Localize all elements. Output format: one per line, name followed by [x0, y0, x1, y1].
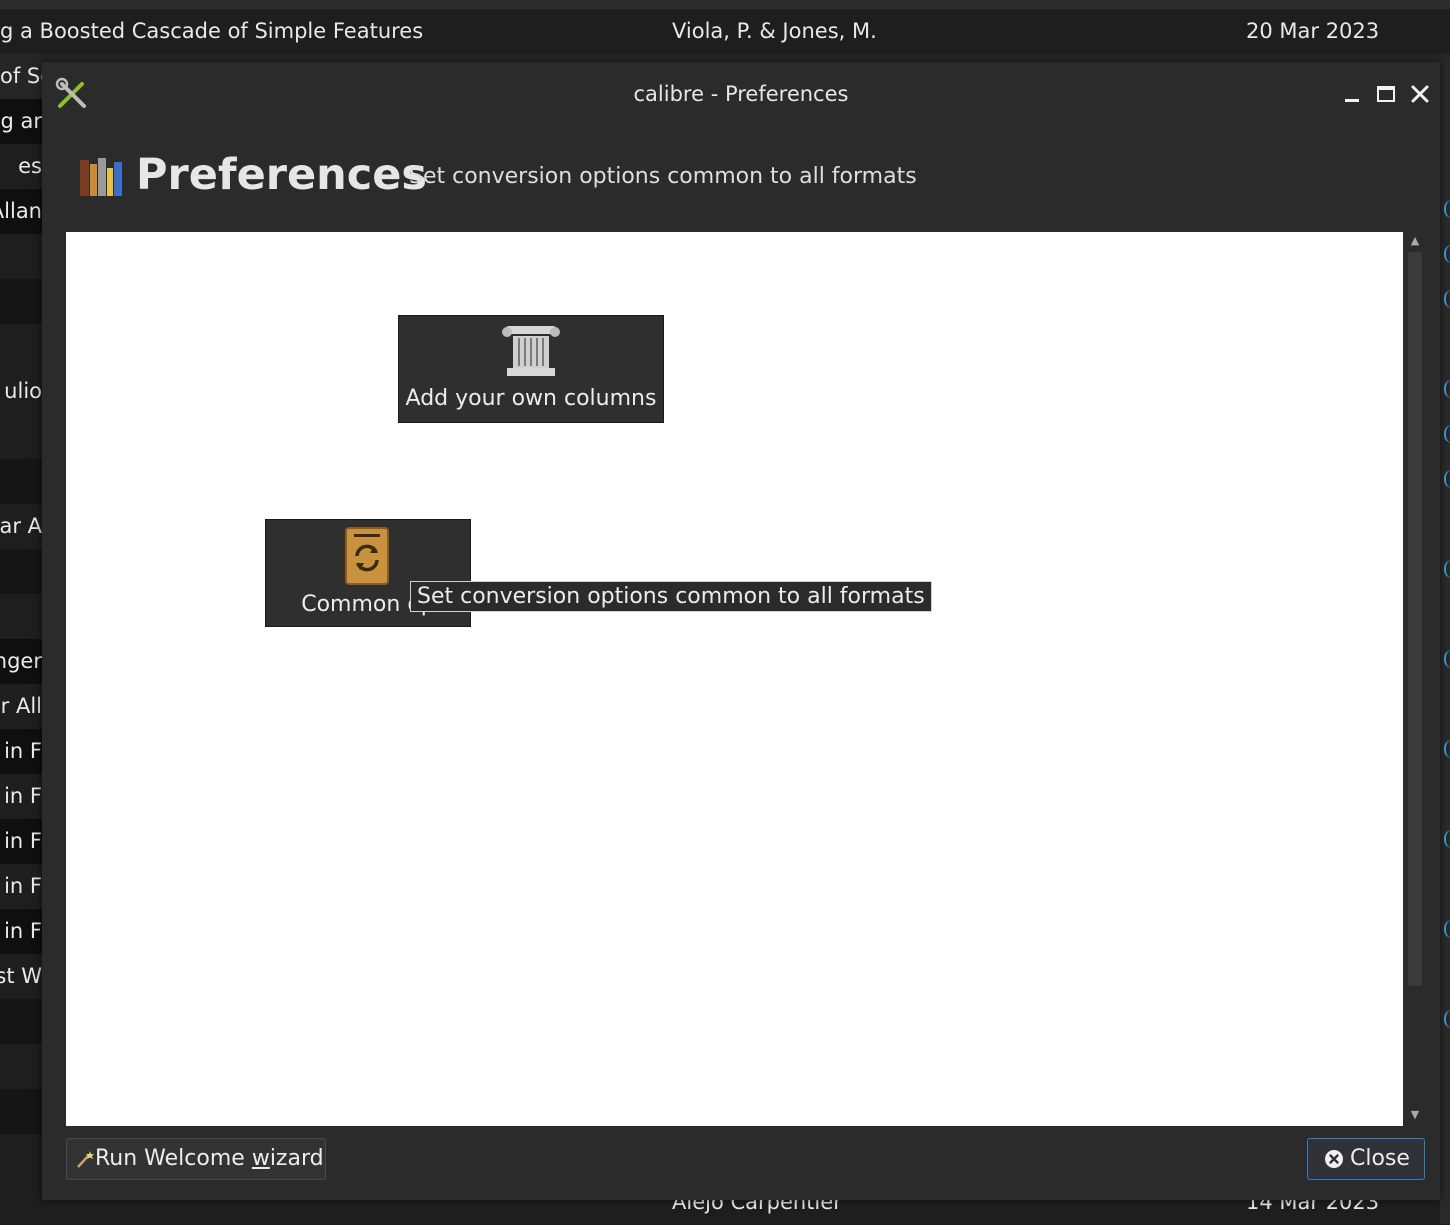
book-title-fragment: e in F	[0, 729, 42, 774]
empty-cell	[0, 1089, 42, 1134]
book-title-fragment: st W	[0, 964, 42, 988]
close-button[interactable]: Close	[1307, 1138, 1425, 1180]
right-column-strip	[1440, 60, 1450, 1224]
close-circle-icon	[1325, 1150, 1343, 1168]
preferences-dialog: calibre - Preferences Preferences Set co…	[42, 62, 1440, 1200]
close-button-label: Close	[1350, 1146, 1410, 1171]
book-title-fragment: e in F	[0, 784, 42, 808]
wizard-label-prefix: Run Welcome	[95, 1146, 252, 1171]
table-row[interactable]: g a Boosted Cascade of Simple Features V…	[0, 9, 1450, 54]
scroll-down-icon[interactable]: ▼	[1408, 1108, 1422, 1122]
book-title-fragment: gar A	[0, 514, 42, 538]
convert-book-icon	[345, 527, 389, 585]
scroll-up-icon[interactable]: ▲	[1408, 234, 1422, 248]
wizard-label-suffix: izard	[269, 1146, 324, 1171]
book-title-fragment: ng ar	[0, 99, 42, 144]
column-icon	[502, 326, 560, 376]
book-title-fragment: ulio	[4, 379, 42, 403]
run-welcome-wizard-button[interactable]: Run Welcome wizard	[66, 1138, 326, 1180]
book-title-fragment: es	[18, 154, 42, 178]
close-icon	[1411, 85, 1429, 103]
maximize-icon	[1377, 86, 1395, 102]
minimize-button[interactable]	[1338, 80, 1366, 108]
book-date: 20 Mar 2023	[1246, 19, 1380, 43]
window-title: calibre - Preferences	[633, 82, 849, 106]
book-title-fragment: Allan	[0, 189, 42, 234]
calibre-library-icon	[80, 158, 122, 196]
book-title-fragment: e in F	[0, 874, 42, 898]
book-title-fragment: e in F	[0, 909, 42, 954]
minimize-icon	[1345, 99, 1359, 102]
book-title-fragment: e in F	[0, 819, 42, 864]
book-title-fragment: nger	[0, 639, 42, 684]
dialog-titlebar[interactable]: calibre - Preferences	[42, 62, 1440, 126]
maximize-button[interactable]	[1372, 80, 1400, 108]
book-author: Viola, P. & Jones, M.	[672, 19, 877, 43]
wizard-label-mnemonic: w	[251, 1146, 270, 1171]
close-window-button[interactable]	[1406, 80, 1434, 108]
page-subtitle: Set conversion options common to all for…	[409, 164, 917, 189]
page-title: Preferences	[136, 150, 427, 200]
empty-cell	[0, 549, 42, 594]
book-title: g a Boosted Cascade of Simple Features	[0, 19, 424, 43]
scroll-thumb[interactable]	[1408, 252, 1422, 986]
book-title-fragment: r All	[0, 694, 42, 718]
empty-cell	[0, 999, 42, 1044]
wizard-wand-icon	[77, 1151, 94, 1168]
preferences-content-area: Add your own columns Common op Set conve…	[66, 232, 1403, 1126]
empty-cell	[0, 279, 42, 324]
add-columns-tile[interactable]: Add your own columns	[398, 315, 664, 423]
vertical-scrollbar[interactable]: ▲ ▼	[1405, 232, 1425, 1126]
library-top-strip	[0, 0, 1450, 9]
empty-cell	[0, 459, 42, 504]
tooltip: Set conversion options common to all for…	[410, 581, 932, 612]
add-columns-label: Add your own columns	[405, 386, 657, 411]
